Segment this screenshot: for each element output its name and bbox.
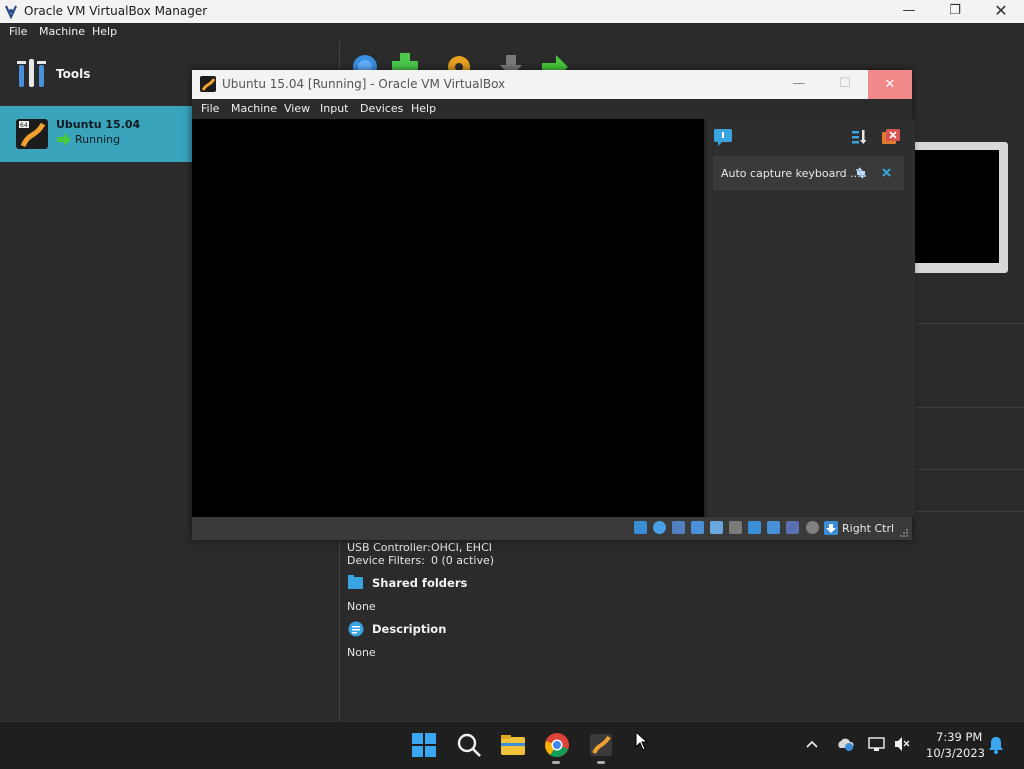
chrome-active-indicator	[552, 761, 560, 764]
clear-all-icon[interactable]	[881, 128, 901, 146]
vm-name: Ubuntu 15.04	[56, 118, 141, 131]
notification-toggle-icon[interactable]	[855, 167, 867, 179]
vm-statusbar: Right Ctrl	[192, 517, 912, 540]
maximize-button[interactable]: ❐	[932, 0, 978, 23]
notification-item[interactable]: Auto capture keyboard ...	[713, 156, 904, 190]
notification-close-icon[interactable]	[881, 167, 892, 178]
notification-text: Auto capture keyboard ...	[721, 167, 861, 180]
tools-icon	[17, 59, 46, 87]
host-key-arrow-icon[interactable]	[824, 521, 838, 535]
clock-date[interactable]: 10/3/2023	[926, 746, 985, 760]
hard-disk-icon[interactable]	[634, 521, 647, 534]
taskbar: 7:39 PM 10/3/2023	[0, 721, 1024, 769]
chrome-icon[interactable]	[544, 732, 570, 758]
usb-icon[interactable]	[710, 521, 723, 534]
menu-file[interactable]: File	[9, 25, 27, 38]
display-icon[interactable]	[748, 521, 761, 534]
device-filters-value: 0 (0 active)	[431, 554, 495, 567]
tools-label: Tools	[56, 67, 91, 81]
network-status-icon[interactable]	[868, 736, 886, 752]
recording-icon[interactable]	[767, 521, 780, 534]
vm-menu-view[interactable]: View	[284, 102, 310, 115]
close-button[interactable]: ✕	[978, 0, 1024, 23]
vm-titlebar: Ubuntu 15.04 [Running] - Oracle VM Virtu…	[192, 70, 912, 99]
vm-status: Running	[75, 133, 121, 146]
manager-window-title: Oracle VM VirtualBox Manager	[24, 4, 208, 18]
file-explorer-icon[interactable]	[500, 732, 526, 758]
clock-time[interactable]: 7:39 PM	[936, 730, 982, 744]
host-key-label: Right Ctrl	[842, 522, 895, 535]
ubuntu-vm-small-icon	[200, 76, 216, 92]
vm-menu-devices[interactable]: Devices	[360, 102, 403, 115]
vm-preview-screen	[913, 150, 999, 263]
vm-display[interactable]	[192, 119, 704, 517]
sort-icon[interactable]	[851, 128, 869, 146]
chevron-up-icon[interactable]	[805, 739, 819, 749]
vm-window-title: Ubuntu 15.04 [Running] - Oracle VM Virtu…	[222, 77, 506, 91]
notification-bell-icon[interactable]	[988, 736, 1004, 754]
audio-icon[interactable]	[672, 521, 685, 534]
tools-item[interactable]: Tools	[0, 41, 192, 105]
vm-menu-help[interactable]: Help	[411, 102, 436, 115]
usb-controller-value: OHCI, EHCI	[431, 541, 492, 554]
description-title[interactable]: Description	[372, 622, 446, 636]
onedrive-icon[interactable]	[836, 736, 854, 752]
mouse-integration-icon[interactable]	[806, 521, 819, 534]
vm-menu-machine[interactable]: Machine	[231, 102, 277, 115]
manager-menubar: File Machine Help	[0, 23, 340, 41]
vm-maximize-button[interactable]: ☐	[822, 73, 868, 96]
vm-preview-thumbnail	[910, 142, 1008, 273]
shared-folders-status-icon[interactable]	[729, 521, 742, 534]
virtualbox-taskbar-icon[interactable]	[588, 732, 614, 758]
optical-drive-icon[interactable]	[653, 521, 666, 534]
vm-list-item[interactable]: 64 Ubuntu 15.04 Running	[0, 106, 192, 162]
virtualbox-active-indicator	[597, 761, 605, 764]
manager-titlebar: Oracle VM VirtualBox Manager — ❐ ✕	[0, 0, 1024, 23]
description-icon	[348, 621, 364, 637]
vm-list-panel: Tools 64 Ubuntu 15.04 Running	[0, 41, 192, 721]
notification-icon[interactable]	[713, 128, 733, 146]
mouse-cursor-icon	[635, 731, 649, 751]
vm-menu-input[interactable]: Input	[320, 102, 348, 115]
search-icon[interactable]	[456, 732, 482, 758]
vm-close-button[interactable]: ✕	[868, 70, 912, 99]
resize-grip-icon[interactable]	[899, 528, 909, 538]
volume-muted-icon[interactable]	[894, 736, 912, 752]
minimize-button[interactable]: —	[886, 0, 932, 23]
svg-text:64: 64	[20, 122, 28, 129]
ubuntu-vm-icon: 64	[16, 119, 48, 149]
virtualization-icon[interactable]	[786, 521, 799, 534]
shared-folders-icon	[348, 575, 363, 589]
vm-menubar: File Machine View Input Devices Help	[192, 99, 912, 119]
description-value: None	[347, 646, 376, 659]
start-windows-icon[interactable]	[411, 732, 437, 758]
vm-window: Ubuntu 15.04 [Running] - Oracle VM Virtu…	[192, 70, 915, 540]
network-icon[interactable]	[691, 521, 704, 534]
vm-menu-file[interactable]: File	[201, 102, 219, 115]
device-filters-label: Device Filters:	[347, 554, 425, 567]
shared-folders-title[interactable]: Shared folders	[372, 576, 467, 590]
usb-controller-label: USB Controller:	[347, 541, 431, 554]
shared-folders-value: None	[347, 600, 376, 613]
menu-help[interactable]: Help	[92, 25, 117, 38]
virtualbox-logo-icon	[4, 5, 18, 19]
running-arrow-icon	[57, 133, 71, 146]
vm-minimize-button[interactable]: —	[776, 73, 822, 96]
menu-machine[interactable]: Machine	[39, 25, 85, 38]
notification-center: Auto capture keyboard ...	[704, 119, 915, 517]
